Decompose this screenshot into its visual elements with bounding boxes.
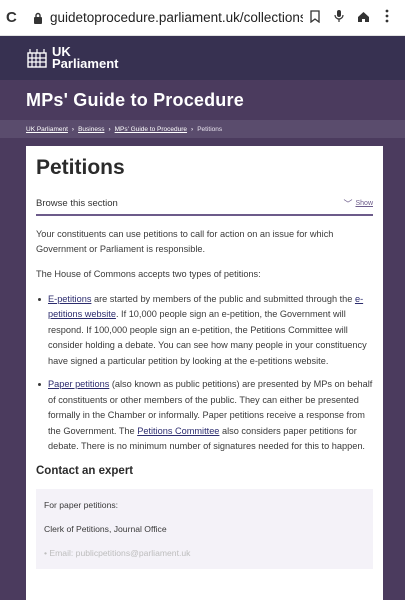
chevron-right-icon: › (108, 125, 111, 133)
breadcrumb: UK Parliament › Business › MPs' Guide to… (0, 120, 405, 138)
breadcrumb-guide[interactable]: MPs' Guide to Procedure (115, 126, 187, 133)
microphone-icon[interactable] (327, 9, 351, 26)
lock-icon[interactable] (30, 12, 46, 24)
chevron-right-icon: › (71, 125, 75, 133)
e-petitions-link[interactable]: E-petitions (48, 294, 91, 304)
browse-section-toggle[interactable]: Browse this section ﹀ Show (36, 192, 373, 216)
expert-contact-box: For paper petitions: Clerk of Petitions,… (36, 488, 373, 569)
petition-types-list: E-petitions are started by members of th… (36, 292, 373, 455)
breadcrumb-business[interactable]: Business (78, 126, 104, 133)
kebab-menu-icon[interactable] (375, 9, 399, 26)
expert-line-1: For paper petitions: (44, 499, 119, 510)
section-title-bar: MPs' Guide to Procedure (0, 80, 405, 120)
show-toggle[interactable]: ﹀ Show (343, 197, 373, 210)
expert-line-2: Clerk of Petitions, Journal Office (44, 523, 167, 534)
home-icon[interactable] (351, 10, 375, 26)
intro-paragraph: Your constituents can use petitions to c… (36, 229, 334, 254)
types-intro-paragraph: The House of Commons accepts two types o… (36, 269, 261, 279)
browse-section-label: Browse this section (36, 197, 118, 209)
reload-icon[interactable]: C (6, 9, 24, 26)
expert-line-3: • Email: publicpetitions@parliament.uk (44, 547, 191, 558)
site-header: UK Parliament (0, 36, 405, 80)
chevron-right-icon: › (191, 125, 194, 133)
paper-petitions-link[interactable]: Paper petitions (48, 379, 109, 389)
url-field[interactable]: guidetoprocedure.parliament.uk/collectio… (50, 10, 303, 25)
site-logo-text[interactable]: UK Parliament (52, 45, 119, 71)
browser-address-bar: C guidetoprocedure.parliament.uk/collect… (0, 0, 405, 36)
list-item-e-petitions: E-petitions are started by members of th… (36, 292, 373, 370)
logo-line-parliament: Parliament (52, 56, 119, 71)
breadcrumb-uk-parliament[interactable]: UK Parliament (26, 126, 68, 133)
breadcrumb-current: Petitions (197, 125, 223, 133)
show-label: Show (355, 199, 373, 207)
chevron-down-icon: ﹀ (343, 198, 353, 209)
contact-expert-heading: Contact an expert (36, 464, 134, 477)
e-petitions-text-a: are started by members of the public and… (91, 293, 355, 304)
content-card: Petitions Browse this section ﹀ Show You… (26, 146, 383, 600)
bookmark-icon[interactable] (303, 9, 327, 26)
site-title[interactable]: MPs' Guide to Procedure (26, 90, 244, 111)
list-item-paper-petitions: Paper petitions (also known as public pe… (36, 377, 373, 455)
petitions-committee-link[interactable]: Petitions Committee (137, 426, 219, 436)
page-title: Petitions (36, 156, 125, 179)
portcullis-logo-icon[interactable] (26, 47, 48, 69)
